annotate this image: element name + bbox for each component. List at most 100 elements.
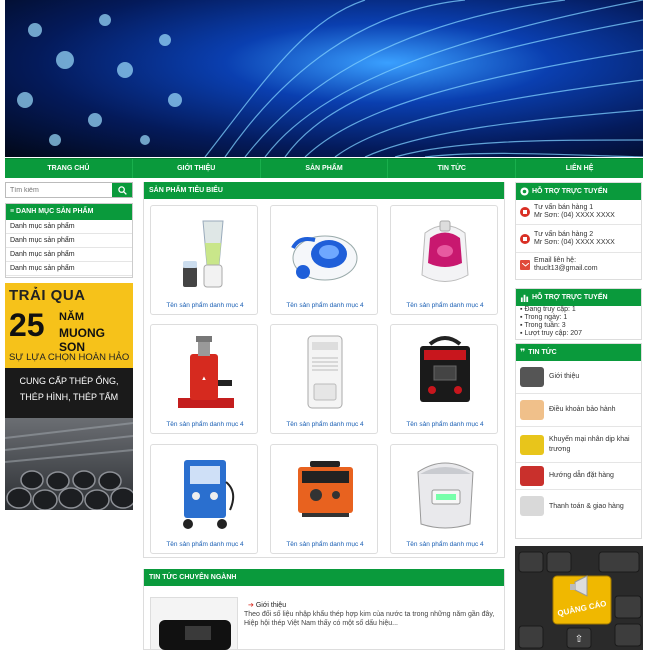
news-item-description: Theo đối số liệu nhập khẩu thép hợp kim … bbox=[244, 611, 495, 627]
support-title: Hỗ trợ trực tuyến bbox=[532, 188, 608, 195]
order-guide-icon bbox=[520, 466, 544, 486]
dehumidifier-icon bbox=[281, 331, 369, 413]
nav-item-about[interactable]: Giới thiệu bbox=[133, 159, 261, 178]
product-card[interactable]: Tên sản phẩm danh mục 4 bbox=[150, 444, 258, 554]
left-advertisement[interactable]: TRẢI QUA 25 NĂM MUONG SON SỰ LỰA CHỌN HO… bbox=[5, 283, 133, 510]
news-item-title[interactable]: ➔ Giới thiệu bbox=[248, 601, 286, 609]
category-item[interactable]: Danh mục sản phẩm bbox=[6, 220, 132, 234]
promotion-icon bbox=[520, 435, 544, 455]
welder-icon bbox=[401, 331, 489, 413]
news-sidebar-header: ❞ Tin tức bbox=[516, 344, 641, 361]
product-name[interactable]: Tên sản phẩm danh mục 4 bbox=[151, 421, 259, 428]
product-card[interactable]: Tên sản phẩm danh mục 4 bbox=[390, 205, 498, 315]
welder-blue-icon bbox=[161, 451, 249, 533]
product-name[interactable]: Tên sản phẩm danh mục 4 bbox=[271, 302, 379, 309]
warranty-icon bbox=[520, 400, 544, 420]
support-email[interactable]: Email liên hệ: thuclt13@gmail.com bbox=[516, 253, 641, 279]
nav-item-products[interactable]: Sản phẩm bbox=[261, 159, 389, 178]
category-item[interactable]: Danh mục sản phẩm bbox=[6, 262, 132, 276]
product-card[interactable]: Tên sản phẩm danh mục 4 bbox=[390, 324, 498, 434]
product-name[interactable]: Tên sản phẩm danh mục 4 bbox=[271, 421, 379, 428]
stat-total: ▪ Lượt truy cập: 207 bbox=[516, 330, 641, 338]
support-header: Hỗ trợ trực tuyến bbox=[516, 183, 641, 200]
product-card[interactable]: Tên sản phẩm danh mục 4 bbox=[270, 444, 378, 554]
stat-today-text: Trong ngày: 1 bbox=[524, 314, 568, 321]
news-item-title-text: Giới thiệu bbox=[255, 602, 287, 609]
search-input[interactable] bbox=[6, 183, 112, 197]
news-sidebar: ❞ Tin tức Giới thiệu Điều khoản bảo hành… bbox=[515, 343, 642, 539]
featured-products: Tên sản phẩm danh mục 4 Tên sản phẩm dan… bbox=[143, 182, 505, 558]
news-sidebar-item[interactable]: Thanh toán & giao hàng bbox=[516, 490, 641, 523]
phone-icon bbox=[520, 207, 530, 217]
product-card[interactable]: Tên sản phẩm danh mục 4 bbox=[270, 205, 378, 315]
stat-today: ▪ Trong ngày: 1 bbox=[516, 314, 641, 322]
category-menu-title: Danh mục sản phẩm bbox=[16, 208, 94, 215]
nav-item-contact[interactable]: Liên hệ bbox=[516, 159, 643, 178]
support-contact-phone: Mr Sơn: (04) XXXX XXXX bbox=[534, 212, 615, 219]
support-email-label: Email liên hệ: bbox=[534, 257, 577, 264]
quote-icon: ❞ bbox=[520, 347, 526, 357]
news-sidebar-item[interactable]: Điều khoản bảo hành bbox=[516, 394, 641, 427]
product-name[interactable]: Tên sản phẩm danh mục 4 bbox=[151, 302, 259, 309]
nav-item-home[interactable]: Trang chủ bbox=[5, 159, 133, 178]
svg-text:⇧: ⇧ bbox=[575, 634, 583, 645]
product-card[interactable]: Tên sản phẩm danh mục 4 bbox=[390, 444, 498, 554]
search-icon bbox=[117, 185, 127, 195]
news-sidebar-item-label: Hướng dẫn đặt hàng bbox=[549, 472, 614, 479]
ad-offer-line: CUNG CẤP THÉP ỐNG, bbox=[19, 376, 119, 386]
product-card[interactable]: ▲ Tên sản phẩm danh mục 4 bbox=[150, 324, 258, 434]
product-card[interactable]: Tên sản phẩm danh mục 4 bbox=[270, 324, 378, 434]
welder-orange-icon bbox=[281, 451, 369, 533]
news-sidebar-title: Tin tức bbox=[528, 349, 557, 356]
arrow-right-icon: ➔ bbox=[248, 602, 256, 609]
stat-online: ▪ Đang truy cập: 1 bbox=[516, 306, 641, 314]
news-sidebar-item-label: Điều khoản bảo hành bbox=[549, 406, 616, 413]
rice-cooker-icon bbox=[401, 451, 489, 533]
news-sidebar-item-label: Khuyến mại nhân dịp khai trương bbox=[549, 435, 630, 453]
hydraulic-jack-icon: ▲ bbox=[161, 331, 249, 413]
header-banner bbox=[5, 0, 643, 157]
product-name[interactable]: Tên sản phẩm danh mục 4 bbox=[391, 302, 499, 309]
category-item[interactable]: Danh mục sản phẩm bbox=[6, 248, 132, 262]
support-contact-phone: Mr Sơn: (04) XXXX XXXX bbox=[534, 239, 615, 246]
stat-week-text: Trong tuần: 3 bbox=[524, 322, 566, 329]
news-sidebar-item[interactable]: Hướng dẫn đặt hàng bbox=[516, 463, 641, 490]
support-contact-label: Tư vấn bán hàng 2 bbox=[534, 231, 594, 238]
search-button[interactable] bbox=[112, 183, 132, 197]
payment-icon bbox=[520, 496, 544, 516]
news-sidebar-item-label: Giới thiệu bbox=[549, 373, 580, 380]
right-advertisement[interactable]: ⇧ QUẢNG CÁO bbox=[515, 546, 643, 650]
stat-online-text: Đang truy cập: 1 bbox=[524, 306, 576, 313]
support-contact-label: Tư vấn bán hàng 1 bbox=[534, 204, 594, 211]
email-icon bbox=[520, 260, 530, 270]
vacuum-pink-icon bbox=[401, 212, 489, 294]
product-name[interactable]: Tên sản phẩm danh mục 4 bbox=[271, 541, 379, 548]
product-name[interactable]: Tên sản phẩm danh mục 4 bbox=[391, 421, 499, 428]
category-menu: ≡ Danh mục sản phẩm Danh mục sản phẩm Da… bbox=[5, 203, 133, 278]
ad-years-label: NĂM bbox=[59, 311, 85, 323]
support-icon bbox=[520, 187, 529, 196]
news-sidebar-item[interactable]: Khuyến mại nhân dịp khai trương bbox=[516, 427, 641, 463]
product-name[interactable]: Tên sản phẩm danh mục 4 bbox=[151, 541, 259, 548]
ad-tagline: SỰ LỰA CHỌN HOÀN HẢO bbox=[9, 352, 130, 363]
news-sidebar-item[interactable]: Giới thiệu bbox=[516, 361, 641, 394]
category-item[interactable]: Danh mục sản phẩm bbox=[6, 234, 132, 248]
svg-text:▲: ▲ bbox=[201, 376, 207, 382]
news-thumb-icon bbox=[520, 367, 544, 387]
category-menu-header: ≡ Danh mục sản phẩm bbox=[6, 204, 132, 220]
product-name[interactable]: Tên sản phẩm danh mục 4 bbox=[391, 541, 499, 548]
support-contact[interactable]: Tư vấn bán hàng 2 Mr Sơn: (04) XXXX XXXX bbox=[516, 225, 641, 253]
stat-total-text: Lượt truy cập: 207 bbox=[524, 330, 582, 337]
support-email-address: thuclt13@gmail.com bbox=[534, 265, 598, 272]
blender-icon bbox=[161, 212, 249, 294]
support-contact[interactable]: Tư vấn bán hàng 1 Mr Sơn: (04) XXXX XXXX bbox=[516, 200, 641, 225]
stats-title: Hỗ trợ trực tuyến bbox=[532, 294, 608, 301]
bar-chart-icon bbox=[520, 294, 529, 302]
news-thumbnail[interactable] bbox=[150, 597, 238, 650]
product-card[interactable]: Tên sản phẩm danh mục 4 bbox=[150, 205, 258, 315]
ad-headline: TRẢI QUA bbox=[9, 287, 86, 304]
nav-item-news[interactable]: Tin tức bbox=[388, 159, 517, 178]
visitor-stats: Hỗ trợ trực tuyến ▪ Đang truy cập: 1 ▪ T… bbox=[515, 288, 642, 340]
phone-icon bbox=[520, 234, 530, 244]
ad-offer-strip: CUNG CẤP THÉP ỐNG, THÉP HÌNH, THÉP TẤM bbox=[5, 368, 133, 418]
